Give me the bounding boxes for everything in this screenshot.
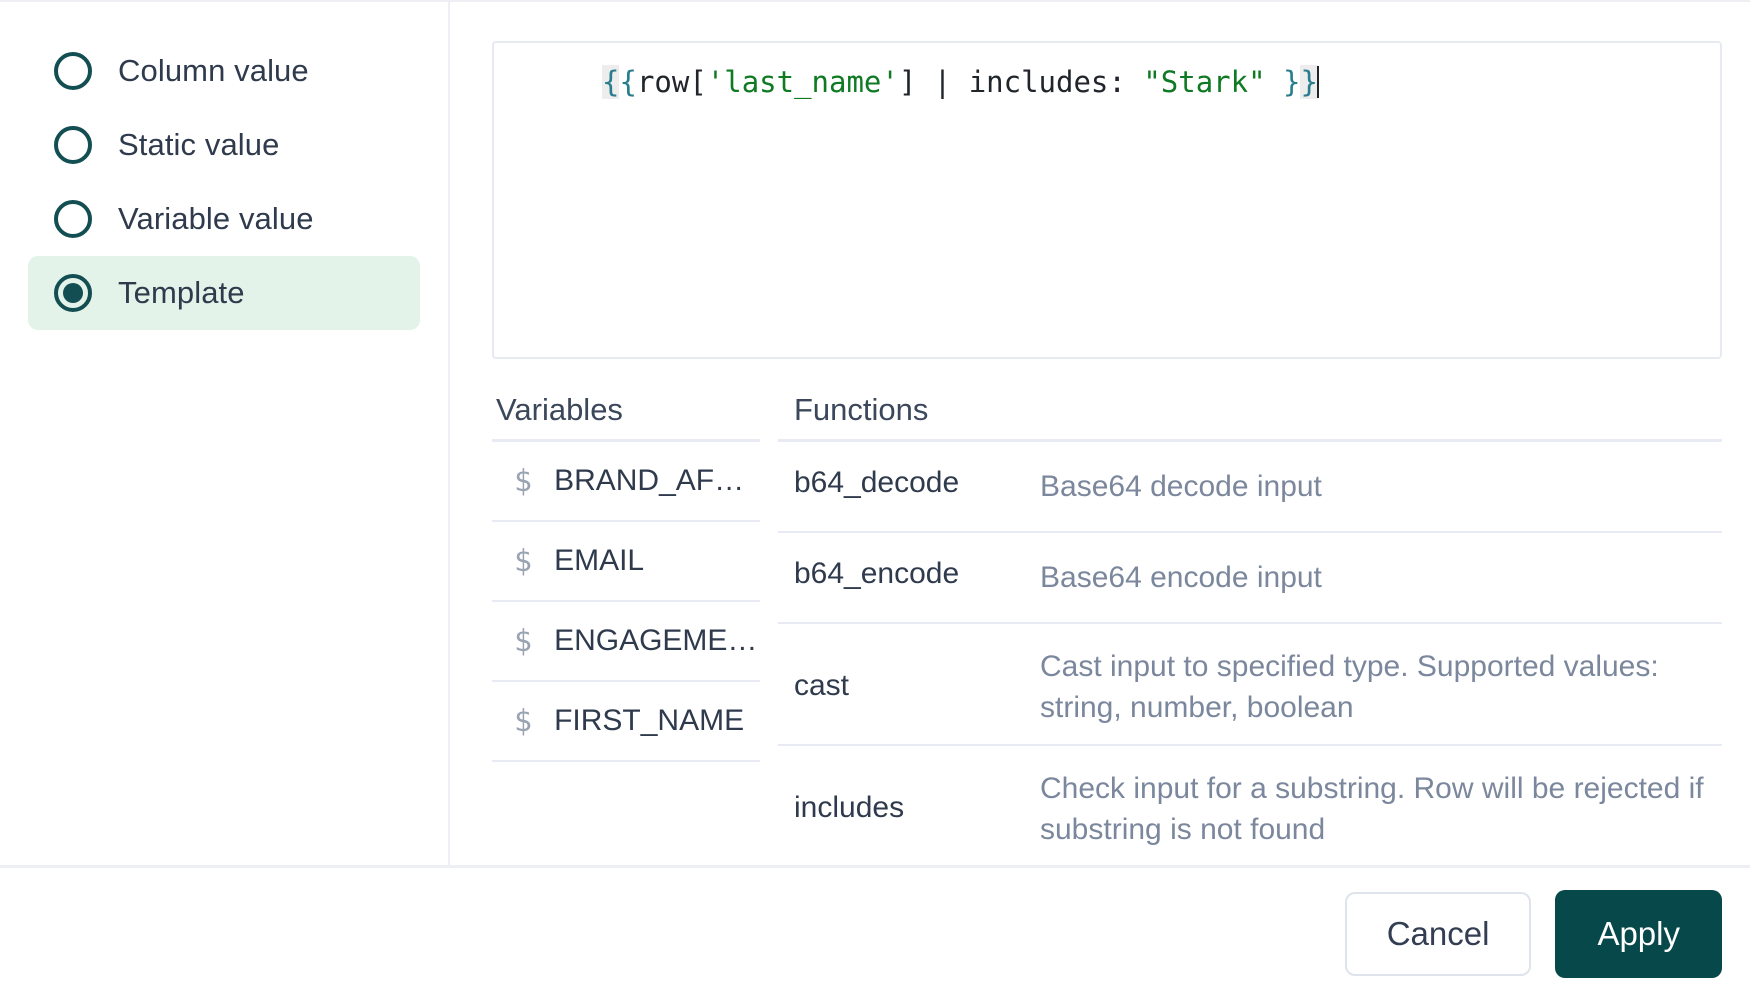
function-list-item[interactable]: cast Cast input to specified type. Suppo… xyxy=(778,624,1722,746)
variable-list-item[interactable]: $ FIRST_NAME xyxy=(492,682,760,762)
function-description: Check input for a substring. Row will be… xyxy=(1040,772,1704,846)
variable-name: ENGAGEME… xyxy=(554,624,758,657)
function-name: cast xyxy=(794,669,850,702)
code-token-argument: "Stark" xyxy=(1143,65,1266,99)
variable-list-item[interactable]: $ EMAIL xyxy=(492,522,760,602)
function-list-item[interactable]: includes Check input for a substring. Ro… xyxy=(778,746,1722,865)
dialog-body: Column value Static value Variable value… xyxy=(0,0,1750,865)
code-token-close-brace-2: } xyxy=(1300,65,1318,99)
code-token-open-brace: { xyxy=(602,65,620,99)
value-type-option-list: Column value Static value Variable value… xyxy=(0,0,450,865)
dollar-icon: $ xyxy=(514,623,533,659)
radio-unselected-icon xyxy=(54,126,92,164)
option-label: Static value xyxy=(118,127,280,162)
option-column-value[interactable]: Column value xyxy=(28,34,420,108)
text-cursor xyxy=(1316,66,1319,98)
variable-list-item[interactable]: $ ENGAGEME… xyxy=(492,602,760,682)
variables-column: Variables $ BRAND_AF… $ EMAIL $ ENGAGEME… xyxy=(492,381,760,865)
radio-selected-icon xyxy=(54,274,92,312)
option-variable-value[interactable]: Variable value xyxy=(28,182,420,256)
option-static-value[interactable]: Static value xyxy=(28,108,420,182)
function-list-item[interactable]: b64_decode Base64 decode input xyxy=(778,442,1722,533)
function-name: includes xyxy=(794,791,905,824)
function-name: b64_encode xyxy=(794,557,960,590)
code-token-filter: includes: xyxy=(968,65,1144,99)
option-label: Column value xyxy=(118,53,309,88)
dollar-icon: $ xyxy=(514,543,533,579)
function-description: Base64 encode input xyxy=(1040,561,1322,594)
radio-unselected-icon xyxy=(54,200,92,238)
variable-name: FIRST_NAME xyxy=(554,704,745,737)
reference-tables: Variables $ BRAND_AF… $ EMAIL $ ENGAGEME… xyxy=(492,381,1722,865)
code-line: {{row['last_name'] | includes: "Stark" }… xyxy=(494,61,1720,103)
code-token-row: row[ xyxy=(636,65,707,99)
dollar-icon: $ xyxy=(514,463,533,499)
code-token-bracket-close: ] xyxy=(898,65,917,99)
code-token-column-literal: 'last_name' xyxy=(706,65,899,99)
variable-name: BRAND_AF… xyxy=(554,464,745,497)
option-label: Template xyxy=(118,275,245,310)
function-list-item[interactable]: b64_encode Base64 encode input xyxy=(778,533,1722,624)
apply-button[interactable]: Apply xyxy=(1555,890,1722,978)
option-template[interactable]: Template xyxy=(28,256,420,330)
template-editor-dialog: Column value Static value Variable value… xyxy=(0,0,1750,1000)
option-label: Variable value xyxy=(118,201,314,236)
radio-unselected-icon xyxy=(54,52,92,90)
function-description: Cast input to specified type. Supported … xyxy=(1040,650,1659,724)
variable-name: EMAIL xyxy=(554,544,645,577)
template-code-editor[interactable]: {{row['last_name'] | includes: "Stark" }… xyxy=(492,41,1722,359)
code-token-pipe: | xyxy=(916,65,969,99)
code-token-open-brace-2: { xyxy=(619,65,637,99)
code-token-close-brace: } xyxy=(1283,65,1301,99)
dollar-icon: $ xyxy=(514,703,533,739)
functions-header: Functions xyxy=(794,392,929,427)
variable-list-item[interactable]: $ BRAND_AF… xyxy=(492,442,760,522)
template-editor-panel: {{row['last_name'] | includes: "Stark" }… xyxy=(450,0,1750,865)
dialog-footer: Cancel Apply xyxy=(0,865,1750,1000)
function-description: Base64 decode input xyxy=(1040,470,1322,503)
cancel-button[interactable]: Cancel xyxy=(1344,892,1532,976)
function-name: b64_decode xyxy=(794,466,960,499)
variables-header: Variables xyxy=(496,392,623,427)
functions-column: Functions b64_decode Base64 decode input… xyxy=(760,381,1722,865)
